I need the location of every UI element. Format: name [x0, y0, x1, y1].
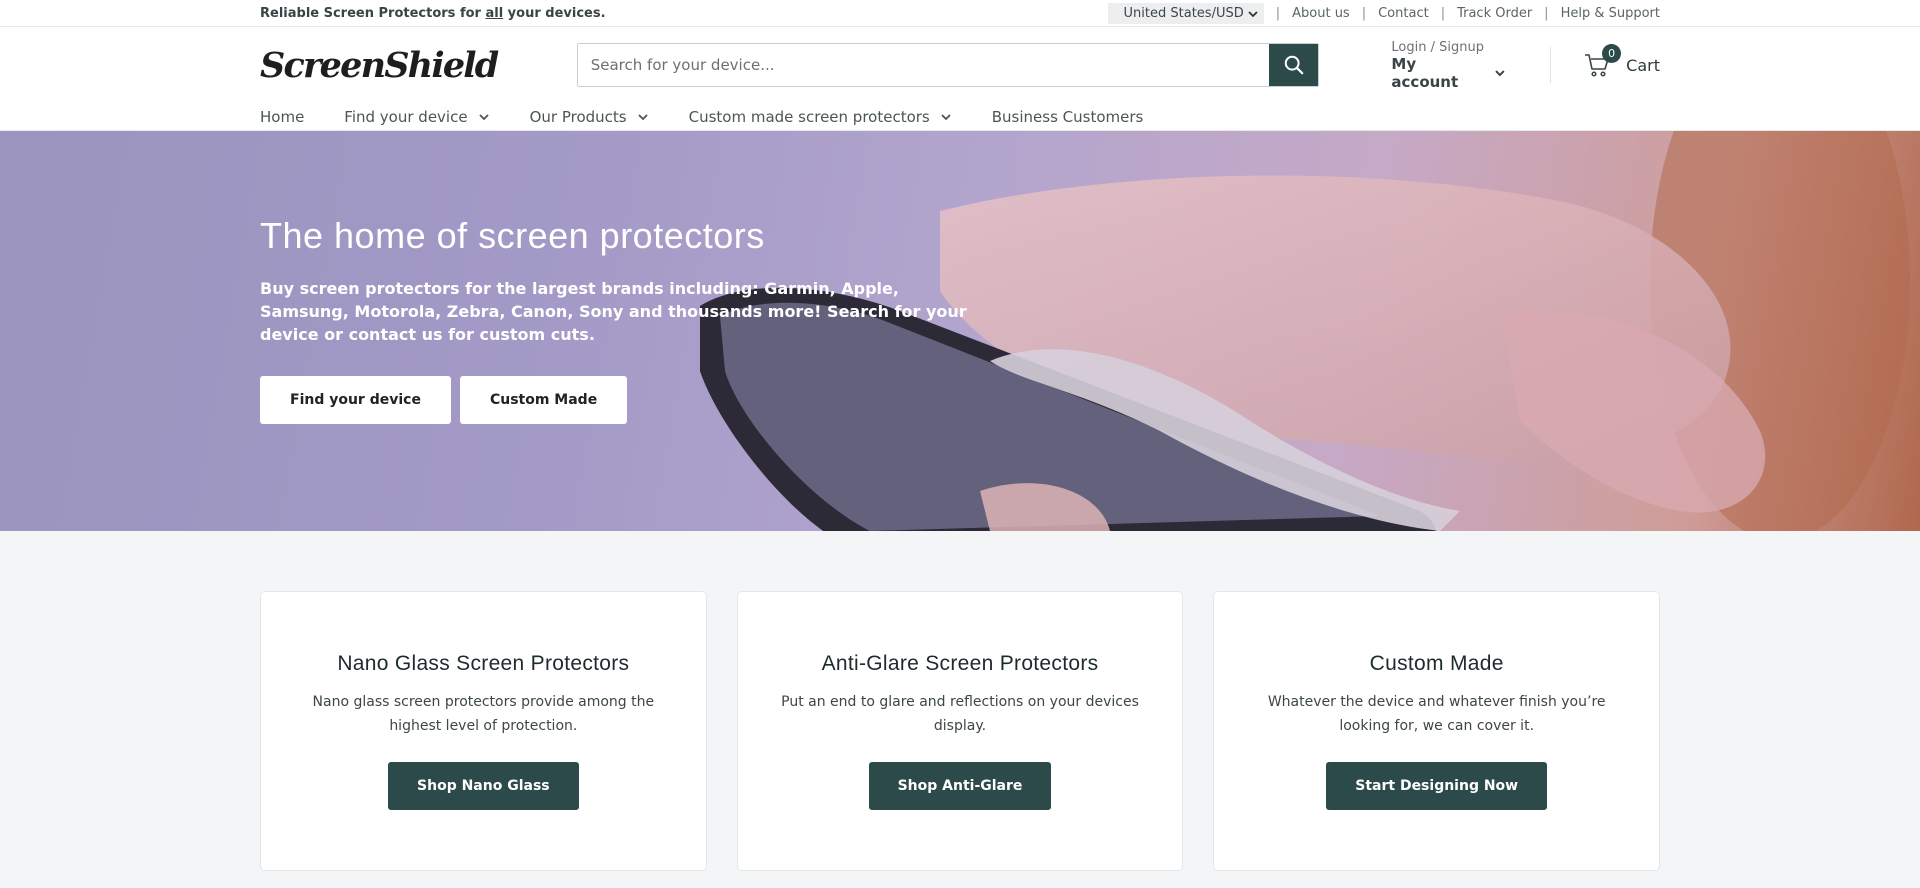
chevron-down-icon: [1495, 69, 1505, 76]
currency-value: United States/USD: [1123, 6, 1244, 21]
nav-item-label: Home: [260, 108, 305, 126]
divider: [1550, 47, 1552, 83]
divider: |: [1361, 6, 1367, 21]
divider: |: [1544, 6, 1549, 21]
login-signup-label: Login / Signup: [1391, 39, 1484, 55]
find-your-device-button[interactable]: Find your device: [260, 376, 451, 424]
cart-label: Cart: [1626, 55, 1660, 75]
my-account-label: My account: [1391, 55, 1506, 91]
my-account-text: My account: [1391, 54, 1459, 91]
product-cards: Nano Glass Screen Protectors Nano glass …: [260, 591, 1661, 871]
card-description: Put an end to glare and reflections on y…: [781, 694, 1139, 734]
card-title: Anti-Glare Screen Protectors: [821, 652, 1099, 675]
tagline: Reliable Screen Protectors for all your …: [260, 6, 606, 21]
shop-anti-glare-button[interactable]: Shop Anti-Glare: [868, 762, 1052, 810]
help-support-link[interactable]: Help & Support: [1561, 6, 1660, 21]
about-us-link[interactable]: About us: [1292, 6, 1350, 21]
custom-made-button[interactable]: Custom Made: [459, 376, 628, 424]
start-designing-button[interactable]: Start Designing Now: [1326, 762, 1548, 810]
product-card-anti-glare: Anti-Glare Screen Protectors Put an end …: [736, 591, 1184, 871]
nav-item-custom-made[interactable]: Custom made screen protectors: [689, 108, 952, 126]
contact-link[interactable]: Contact: [1378, 6, 1429, 21]
nav-item-home[interactable]: Home: [260, 108, 304, 126]
search-icon: [1284, 55, 1304, 75]
cart-button[interactable]: 0 Cart: [1584, 44, 1660, 78]
tagline-emphasis: all: [485, 6, 504, 21]
site-header: ScreenShield Login / Signup My account 0…: [0, 27, 1920, 131]
nav-item-label: Find your device: [344, 108, 468, 126]
top-bar: Reliable Screen Protectors for all your …: [0, 0, 1920, 27]
nav-item-label: Business Customers: [991, 108, 1144, 126]
chevron-down-icon: [637, 114, 648, 121]
card-description: Whatever the device and whatever finish …: [1267, 694, 1606, 734]
main-nav: Home Find your device Our Products Custo…: [260, 103, 1660, 131]
chevron-down-icon: [941, 114, 951, 121]
card-title: Nano Glass Screen Protectors: [337, 652, 630, 675]
tagline-suffix: your devices.: [503, 6, 606, 21]
top-links: United States/USD | About us | Contact |…: [1107, 3, 1660, 24]
nav-item-label: Custom made screen protectors: [688, 108, 930, 126]
nav-item-label: Our Products: [529, 108, 627, 126]
currency-select[interactable]: United States/USD: [1107, 3, 1264, 24]
nav-item-find-your-device[interactable]: Find your device: [344, 108, 489, 126]
card-title: Custom Made: [1369, 652, 1504, 675]
shop-nano-glass-button[interactable]: Shop Nano Glass: [388, 762, 579, 810]
card-description: Nano glass screen protectors provide amo…: [312, 694, 655, 734]
divider: |: [1440, 6, 1446, 21]
hero-title: The home of screen protectors: [260, 215, 765, 256]
nav-item-business-customers[interactable]: Business Customers: [992, 108, 1144, 126]
search-button[interactable]: [1269, 44, 1319, 86]
search-input[interactable]: [577, 44, 1270, 86]
logo[interactable]: ScreenShield: [260, 45, 577, 86]
tagline-prefix: Reliable Screen Protectors for: [260, 6, 486, 21]
product-card-custom-made: Custom Made Whatever the device and what…: [1213, 591, 1661, 871]
track-order-link[interactable]: Track Order: [1457, 6, 1532, 21]
search-bar: [576, 43, 1320, 87]
chevron-down-icon: [478, 114, 489, 121]
divider: |: [1275, 6, 1281, 21]
product-card-nano-glass: Nano Glass Screen Protectors Nano glass …: [260, 591, 707, 871]
hero-description: Buy screen protectors for the largest br…: [260, 279, 967, 344]
cart-count-badge: 0: [1602, 44, 1622, 63]
hero-banner: The home of screen protectors Buy screen…: [0, 131, 1920, 531]
chevron-down-icon: [1248, 10, 1258, 17]
account-menu[interactable]: Login / Signup My account: [1391, 40, 1506, 91]
nav-item-our-products[interactable]: Our Products: [530, 108, 649, 126]
